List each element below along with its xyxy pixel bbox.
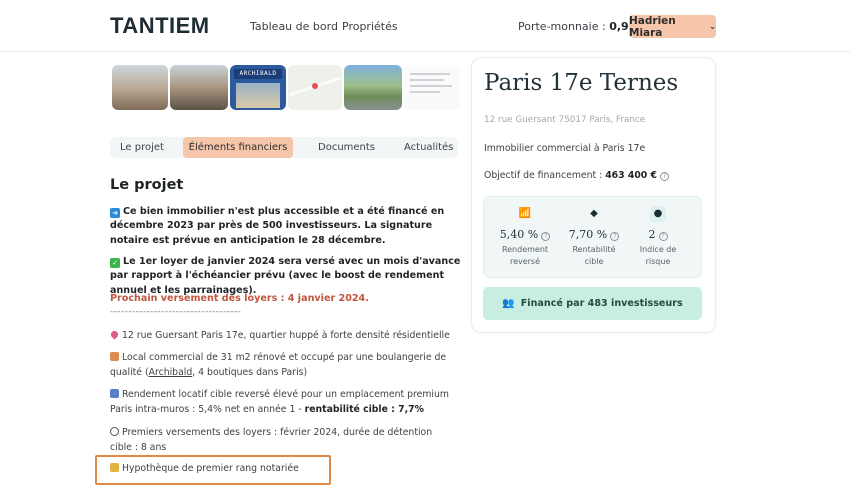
stat-risk-index-label-2: risque bbox=[645, 257, 671, 266]
stopwatch-icon bbox=[110, 427, 119, 436]
top-navbar: TANTIEM Tableau de bord Propriétés Porte… bbox=[0, 0, 850, 52]
checkmark-icon: ✓ bbox=[110, 258, 120, 268]
stat-risk-index-value: 2 bbox=[648, 228, 656, 241]
gallery-photo-document[interactable] bbox=[404, 65, 460, 110]
funding-goal: Objectif de financement : 463 400 €? bbox=[484, 170, 669, 181]
property-type: Immobilier commercial à Paris 17e bbox=[484, 143, 646, 154]
dashed-divider: ------------------------------------ bbox=[110, 307, 242, 317]
stat-target-return-label-1: Rentabilité bbox=[572, 245, 616, 254]
nav-link-dashboard[interactable]: Tableau de bord bbox=[250, 20, 338, 33]
gallery-photo-trees[interactable] bbox=[344, 65, 402, 110]
rent-schedule-text: Premiers versements des loyers : février… bbox=[110, 427, 433, 453]
doc-line bbox=[410, 91, 440, 93]
info-icon[interactable]: ? bbox=[658, 232, 668, 241]
doc-line bbox=[410, 73, 450, 75]
doc-line bbox=[410, 79, 444, 81]
info-icon[interactable]: ? bbox=[610, 232, 620, 241]
drop-icon: ● bbox=[650, 206, 666, 222]
list-item: Local commercial de 31 m2 rénové et occu… bbox=[110, 351, 455, 380]
stat-value: 5,40 %? bbox=[495, 228, 555, 241]
bar-chart-icon bbox=[110, 389, 119, 398]
tab-financial-elements[interactable]: Éléments financiers bbox=[183, 137, 293, 158]
stat-yield-paid-label-2: reversé bbox=[509, 257, 541, 266]
next-payment-notice: Prochain versement des loyers : 4 janvie… bbox=[110, 293, 369, 304]
stat-label: Rendement reversé bbox=[495, 244, 555, 268]
gallery-photo-street[interactable] bbox=[170, 65, 228, 110]
info-icon[interactable]: ? bbox=[541, 232, 551, 241]
wallet-label: Porte-monnaie : bbox=[518, 20, 610, 33]
location-text: 12 rue Guersant Paris 17e, quartier hupp… bbox=[122, 330, 450, 341]
people-icon: 👥 bbox=[502, 298, 515, 309]
user-menu-button[interactable]: Hadrien Miara ⌄ bbox=[629, 14, 716, 39]
project-tabs: Le projet Éléments financiers Documents … bbox=[110, 137, 458, 158]
house-icon bbox=[110, 352, 119, 361]
stat-label: Indice de risque bbox=[628, 244, 688, 268]
funding-status-text: Ce bien immobilier n'est plus accessible… bbox=[110, 206, 445, 246]
store-sign: ARCHIBALD bbox=[234, 69, 282, 79]
location-pin-icon bbox=[109, 329, 120, 340]
arrow-right-icon: ➜ bbox=[110, 208, 120, 218]
store-window bbox=[236, 83, 280, 108]
photo-gallery: ARCHIBALD bbox=[112, 65, 461, 110]
premises-text-end: , 4 boutiques dans Paris) bbox=[192, 366, 308, 378]
stat-risk-index-label-1: Indice de bbox=[639, 245, 677, 254]
funded-investors-button[interactable]: 👥 Financé par 483 investisseurs bbox=[483, 287, 702, 320]
user-name: Hadrien Miara bbox=[629, 14, 676, 39]
map-pin-icon bbox=[312, 83, 318, 89]
stat-target-return: ◆ 7,70 %? Rentabilité cible bbox=[564, 206, 624, 268]
first-rent-paragraph: ✓ Le 1er loyer de janvier 2024 sera versé… bbox=[110, 255, 465, 298]
list-item: Premiers versements des loyers : février… bbox=[110, 426, 455, 455]
stat-risk-index: ● 2? Indice de risque bbox=[628, 206, 688, 268]
stat-label: Rentabilité cible bbox=[564, 244, 624, 268]
funded-investors-text: Financé par 483 investisseurs bbox=[520, 298, 683, 309]
funding-goal-label: Objectif de financement : bbox=[484, 170, 606, 181]
stat-target-return-label-2: cible bbox=[584, 257, 604, 266]
list-item: 12 rue Guersant Paris 17e, quartier hupp… bbox=[109, 329, 455, 344]
gallery-photo-building[interactable] bbox=[112, 65, 168, 110]
property-title: Paris 17e Ternes bbox=[484, 70, 679, 96]
tab-documents[interactable]: Documents bbox=[318, 137, 375, 158]
diamond-icon: ◆ bbox=[590, 208, 598, 219]
gallery-photo-storefront[interactable]: ARCHIBALD bbox=[230, 65, 286, 110]
nav-link-properties[interactable]: Propriétés bbox=[342, 20, 398, 33]
funding-goal-value: 463 400 € bbox=[605, 170, 657, 181]
gallery-photo-map[interactable] bbox=[288, 65, 342, 110]
stat-yield-paid: 📶 5,40 %? Rendement reversé bbox=[495, 206, 555, 268]
tantiem-logo[interactable]: TANTIEM bbox=[110, 13, 210, 39]
funding-status-paragraph: ➜ Ce bien immobilier n'est plus accessibl… bbox=[110, 205, 465, 248]
property-address: 12 rue Guersant 75017 Paris, France bbox=[484, 115, 646, 125]
section-title: Le projet bbox=[110, 177, 184, 193]
target-yield-text: rentabilité cible : 7,7% bbox=[304, 403, 424, 415]
stat-yield-paid-label-1: Rendement bbox=[501, 245, 549, 254]
stat-target-return-value: 7,70 % bbox=[568, 228, 608, 241]
doc-line bbox=[410, 85, 452, 87]
tab-news[interactable]: Actualités bbox=[404, 137, 453, 158]
first-rent-text: Le 1er loyer de janvier 2024 sera versé … bbox=[110, 256, 461, 296]
stat-value: 2? bbox=[628, 228, 688, 241]
chevron-down-icon: ⌄ bbox=[709, 22, 716, 31]
list-item: Rendement locatif cible reversé élevé po… bbox=[110, 388, 455, 417]
tab-project[interactable]: Le projet bbox=[120, 137, 164, 158]
highlight-box bbox=[95, 455, 331, 485]
stat-value: 7,70 %? bbox=[564, 228, 624, 241]
info-icon[interactable]: ? bbox=[659, 172, 669, 181]
archibald-link[interactable]: Archibald bbox=[149, 367, 193, 378]
stat-yield-paid-value: 5,40 % bbox=[499, 228, 539, 241]
growth-chart-icon: 📶 bbox=[518, 208, 532, 219]
